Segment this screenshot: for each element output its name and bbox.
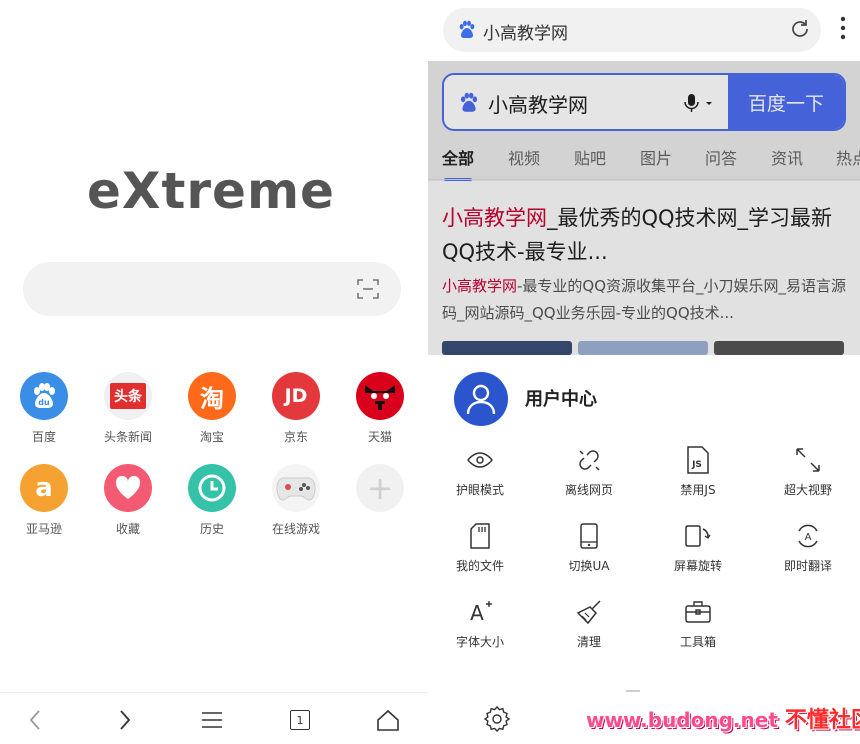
url-text: 小高教学网 xyxy=(483,24,568,44)
shortcut-taobao[interactable]: 淘 淘宝 xyxy=(170,372,254,445)
menu-clean[interactable]: 清理 xyxy=(539,597,639,650)
home-page: eXtreme du 百度 头条 头条新闻 淘 淘宝 JD 京东 天猫 a 亚马… xyxy=(0,0,428,744)
translate-icon: A xyxy=(758,521,858,551)
menu-eye-protection[interactable]: 护眼模式 xyxy=(430,445,530,498)
menu-my-files[interactable]: 我的文件 xyxy=(430,521,530,574)
gamepad-icon xyxy=(272,464,320,512)
home-bottom-nav: 1 xyxy=(0,692,428,744)
menu-switch-ua[interactable]: 切换UA xyxy=(539,521,639,574)
forward-button[interactable] xyxy=(112,707,138,733)
shortcut-history[interactable]: 历史 xyxy=(170,464,254,537)
toolbox-icon xyxy=(648,597,748,627)
home-icon xyxy=(377,709,399,731)
web-content: 小高教学网 百度一下 全部 视频 贴吧 图片 问答 资讯 热点 小高教学网_最优 xyxy=(428,61,860,355)
menu-button[interactable] xyxy=(199,707,225,733)
shortcut-tmall[interactable]: 天猫 xyxy=(338,372,422,445)
clock-icon xyxy=(188,464,236,512)
heart-icon xyxy=(104,464,152,512)
svg-text:A: A xyxy=(805,532,812,543)
offline-link-icon xyxy=(539,445,639,475)
broom-icon xyxy=(539,597,639,627)
dim-overlay[interactable] xyxy=(428,61,860,355)
settings-gear-icon[interactable] xyxy=(484,706,510,732)
url-bar[interactable]: 小高教学网 xyxy=(443,8,821,52)
shortcut-online-games[interactable]: 在线游戏 xyxy=(254,464,338,537)
chevron-left-icon xyxy=(29,710,40,730)
svg-text:du: du xyxy=(38,398,50,407)
baidu-paw-icon xyxy=(459,20,475,38)
toutiao-icon: 头条 xyxy=(104,372,152,420)
svg-text:A: A xyxy=(470,601,484,624)
baidu-paw-icon: du xyxy=(20,372,68,420)
screenshot-root: eXtreme du 百度 头条 头条新闻 淘 淘宝 JD 京东 天猫 a 亚马… xyxy=(0,0,860,744)
home-search-bar[interactable] xyxy=(23,262,401,316)
tab-count-icon: 1 xyxy=(290,710,310,730)
home-logo: eXtreme xyxy=(87,162,335,220)
hamburger-icon xyxy=(202,712,222,728)
more-vertical-icon[interactable] xyxy=(840,16,846,40)
js-file-icon: JS xyxy=(648,445,748,475)
menu-instant-translate[interactable]: A 即时翻译 xyxy=(758,521,858,574)
shortcut-jd[interactable]: JD 京东 xyxy=(254,372,338,445)
menu-disable-js[interactable]: JS 禁用JS xyxy=(648,445,748,498)
home-button[interactable] xyxy=(375,707,401,733)
menu-bottom-bar: www.budong.net 不懂社区 xyxy=(428,692,860,744)
sd-card-icon xyxy=(430,521,530,551)
add-shortcut-button[interactable]: + xyxy=(338,464,422,520)
site-watermark: www.budong.net 不懂社区 xyxy=(586,708,860,733)
phone-icon xyxy=(539,521,639,551)
scan-icon[interactable] xyxy=(357,279,379,299)
shortcut-baidu[interactable]: du 百度 xyxy=(2,372,86,445)
menu-font-size[interactable]: A 字体大小 xyxy=(430,597,530,650)
back-button[interactable] xyxy=(22,707,48,733)
shortcut-amazon[interactable]: a 亚马逊 xyxy=(2,464,86,537)
user-center-label[interactable]: 用户中心 xyxy=(525,385,597,411)
expand-icon xyxy=(758,445,858,475)
chevron-right-icon xyxy=(120,710,131,730)
eye-icon xyxy=(430,445,530,475)
menu-offline-page[interactable]: 离线网页 xyxy=(539,445,639,498)
shortcut-toutiao[interactable]: 头条 头条新闻 xyxy=(86,372,170,445)
jd-icon: JD xyxy=(272,372,320,420)
browser-menu-sheet: 用户中心 护眼模式 离线网页 JS 禁用JS 超大视野 我的文件 切换UA 屏幕… xyxy=(428,355,860,711)
menu-wide-view[interactable]: 超大视野 xyxy=(758,445,858,498)
tmall-icon xyxy=(356,372,404,420)
svg-text:JS: JS xyxy=(691,460,702,470)
tabs-button[interactable]: 1 xyxy=(287,707,313,733)
rotate-screen-icon xyxy=(648,521,748,551)
reload-icon[interactable] xyxy=(789,18,811,40)
shortcut-favorites[interactable]: 收藏 xyxy=(86,464,170,537)
menu-toolbox[interactable]: 工具箱 xyxy=(648,597,748,650)
taobao-icon: 淘 xyxy=(188,372,236,420)
amazon-icon: a xyxy=(20,464,68,512)
add-icon: + xyxy=(356,464,404,512)
menu-screen-rotate[interactable]: 屏幕旋转 xyxy=(648,521,748,574)
menu-page-indicator xyxy=(626,677,660,711)
user-avatar-icon[interactable] xyxy=(454,372,508,426)
font-size-icon: A xyxy=(430,597,530,627)
browser-view: 小高教学网 小高教学网 百度一下 全部 视频 贴吧 图片 问答 资讯 热 小高教… xyxy=(428,0,860,744)
